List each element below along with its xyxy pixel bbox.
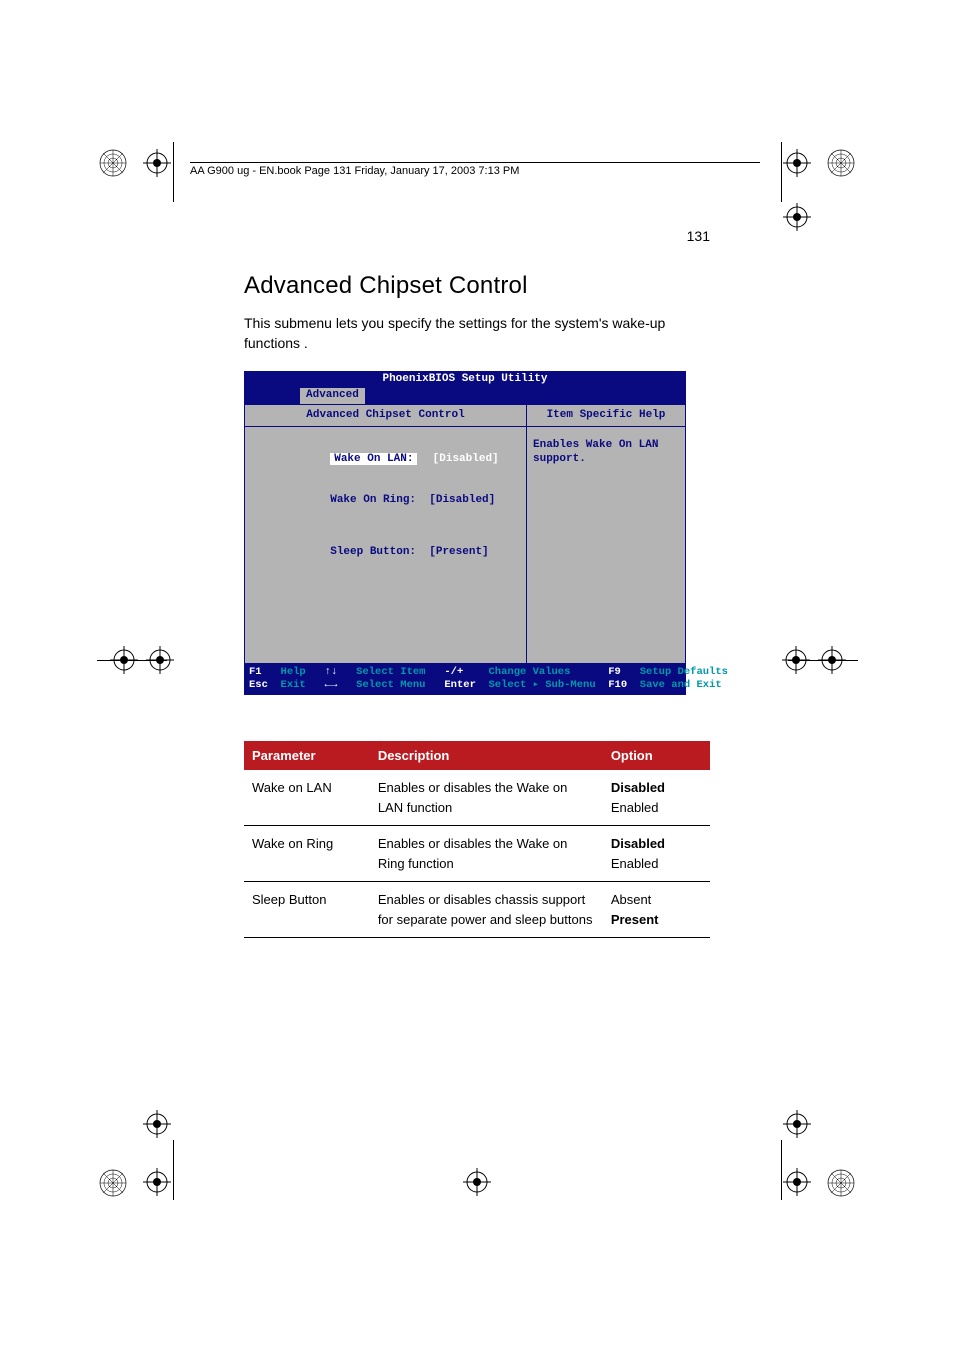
cell-option: Disabled Enabled xyxy=(603,826,710,882)
cell-param: Wake on LAN xyxy=(244,770,370,826)
running-header: AA G900 ug - EN.book Page 131 Friday, Ja… xyxy=(190,162,760,177)
crop-line xyxy=(781,142,782,202)
crop-line xyxy=(97,660,167,661)
bios-footer: F1 Help ↑↓ Select Item -/+ Change Values… xyxy=(245,664,685,694)
crop-ornament-icon xyxy=(826,1168,856,1198)
th-parameter: Parameter xyxy=(244,741,370,770)
crop-ornament-icon xyxy=(826,148,856,178)
table-header-row: Parameter Description Option xyxy=(244,741,710,770)
crop-line xyxy=(788,660,858,661)
bios-help-body: Enables Wake On LAN support. xyxy=(527,427,685,479)
cell-desc: Enables or disables the Wake on LAN func… xyxy=(370,770,603,826)
bios-title: PhoenixBIOS Setup Utility xyxy=(245,372,685,388)
bios-field-value: [Disabled] xyxy=(431,453,501,465)
registration-mark-icon xyxy=(783,1110,811,1138)
crop-line xyxy=(781,1140,782,1200)
bios-field-label: Wake On LAN: xyxy=(330,453,417,465)
cell-param: Wake on Ring xyxy=(244,826,370,882)
cell-option: Disabled Enabled xyxy=(603,770,710,826)
table-row: Wake on LAN Enables or disables the Wake… xyxy=(244,770,710,826)
table-row: Sleep Button Enables or disables chassis… xyxy=(244,882,710,938)
registration-mark-icon xyxy=(463,1168,491,1196)
th-option: Option xyxy=(603,741,710,770)
crop-line xyxy=(173,1140,174,1200)
bios-screenshot: PhoenixBIOS Setup Utility Advanced Advan… xyxy=(244,371,686,695)
bios-fields: Wake On LAN: [Disabled] Wake On Ring: [D… xyxy=(245,427,526,663)
registration-mark-icon xyxy=(783,149,811,177)
bios-help-title: Item Specific Help xyxy=(527,405,685,428)
crop-ornament-icon xyxy=(98,148,128,178)
bios-tabbar: Advanced xyxy=(245,388,685,404)
page-content: 131 Advanced Chipset Control This submen… xyxy=(244,228,710,938)
bios-submenu-title: Advanced Chipset Control xyxy=(245,405,526,428)
page-number: 131 xyxy=(244,228,710,244)
cell-option: Absent Present xyxy=(603,882,710,938)
table-row: Wake on Ring Enables or disables the Wak… xyxy=(244,826,710,882)
crop-line xyxy=(173,142,174,202)
cell-desc: Enables or disables chassis support for … xyxy=(370,882,603,938)
cell-param: Sleep Button xyxy=(244,882,370,938)
bios-field-label: Sleep Button: xyxy=(330,546,416,558)
registration-mark-icon xyxy=(783,1168,811,1196)
parameter-table: Parameter Description Option Wake on LAN… xyxy=(244,741,710,938)
cell-desc: Enables or disables the Wake on Ring fun… xyxy=(370,826,603,882)
registration-mark-icon xyxy=(143,149,171,177)
bios-field-value: [Disabled] xyxy=(429,494,495,506)
bios-tab-advanced: Advanced xyxy=(300,388,365,404)
registration-mark-icon xyxy=(783,203,811,231)
th-description: Description xyxy=(370,741,603,770)
intro-text: This submenu lets you specify the settin… xyxy=(244,314,710,353)
bios-field-value: [Present] xyxy=(429,546,488,558)
registration-mark-icon xyxy=(143,1110,171,1138)
page-title: Advanced Chipset Control xyxy=(244,272,710,300)
crop-ornament-icon xyxy=(98,1168,128,1198)
registration-mark-icon xyxy=(143,1168,171,1196)
bios-field-label: Wake On Ring: xyxy=(330,494,416,506)
